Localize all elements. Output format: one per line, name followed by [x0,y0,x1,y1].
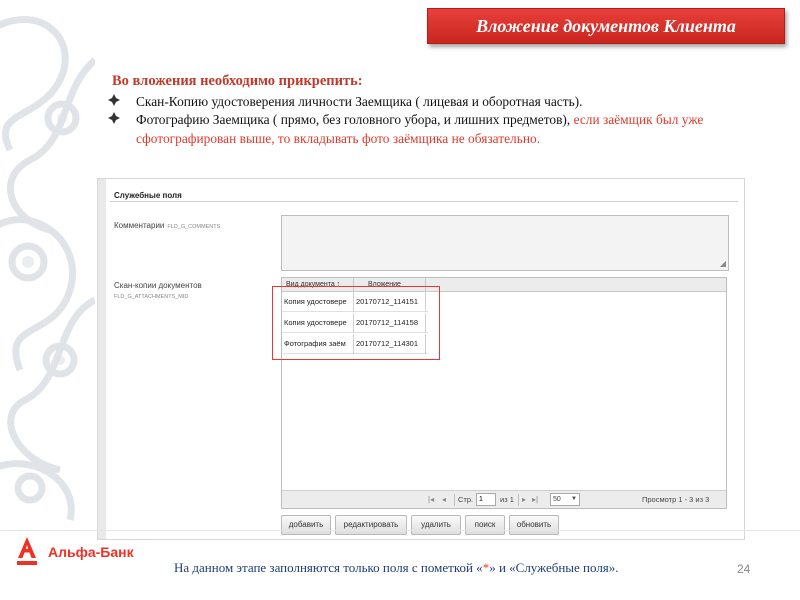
delete-button[interactable]: удалить [411,515,461,535]
page-label: Стр. [458,495,474,504]
highlight-annotation [272,286,440,360]
attachments-label-text: Скан-копии документов [114,281,202,290]
prev-page-icon[interactable]: ◂ [442,494,446,506]
comments-label-text: Комментарии [114,221,165,230]
comments-label: Комментарии FLD_G_COMMENTS [114,221,220,230]
pager-separator [454,494,455,506]
section-title: Служебные поля [114,191,182,200]
instructions: Во вложения необходимо прикрепить: Скан-… [108,72,748,148]
instruction-text: Скан-Копию удостоверения личности Заемщи… [136,93,583,109]
next-page-icon[interactable]: ▸ [522,494,526,506]
attachments-field-code: FLD_G_ATTACHMENTS_MID [114,294,189,300]
instructions-heading: Во вложения необходимо прикрепить: [112,73,363,89]
resize-grip-icon[interactable]: ◢ [720,260,726,268]
instruction-item: Фотографию Заемщика ( прямо, без головно… [108,111,748,148]
records-summary: Просмотр 1 - 3 из 3 [642,495,710,504]
footer-note: На данном этапе заполняются только поля … [174,560,619,576]
refresh-button[interactable]: обновить [509,515,559,535]
page-size-value: 50 [553,496,561,503]
search-button[interactable]: поиск [465,515,505,535]
add-button[interactable]: добавить [281,515,331,535]
page-number: 24 [737,562,751,576]
footer-note-text: На данном этапе заполняются только поля … [174,560,483,575]
comments-textarea[interactable]: ◢ [281,215,729,271]
attachments-label: Скан-копии документов FLD_G_ATTACHMENTS_… [114,281,202,300]
decorative-ornament [0,0,95,530]
grid-pager: |◂ ◂ Стр. из 1 ▸ ▸| 50 ▼ Просмотр 1 - 3 и… [282,490,726,508]
page-size-select[interactable]: 50 ▼ [550,493,580,506]
diamond-bullet-icon [108,112,120,124]
instruction-text: Фотографию Заемщика ( прямо, без головно… [136,112,574,127]
alfa-bank-logo-icon [17,537,37,565]
chevron-down-icon: ▼ [571,496,577,502]
page-of-label: из 1 [500,495,514,504]
last-page-icon[interactable]: ▸| [532,494,538,506]
section-divider [110,201,738,202]
diamond-bullet-icon [108,93,120,106]
edit-button[interactable]: редактировать [335,515,407,535]
instruction-item: Скан-Копию удостоверения личности Заемщи… [108,93,748,112]
panel-left-strip [98,179,106,539]
page-number-input[interactable] [476,493,496,506]
comments-field-code: FLD_G_COMMENTS [167,224,221,230]
footer-divider [0,530,800,531]
footer-note-text-end: » и «Служебные поля». [489,560,619,575]
pager-separator [518,494,519,506]
slide-title: Вложение документов Клиента [427,8,785,44]
first-page-icon[interactable]: |◂ [428,494,434,506]
bank-name: Альфа-Банк [48,544,134,560]
